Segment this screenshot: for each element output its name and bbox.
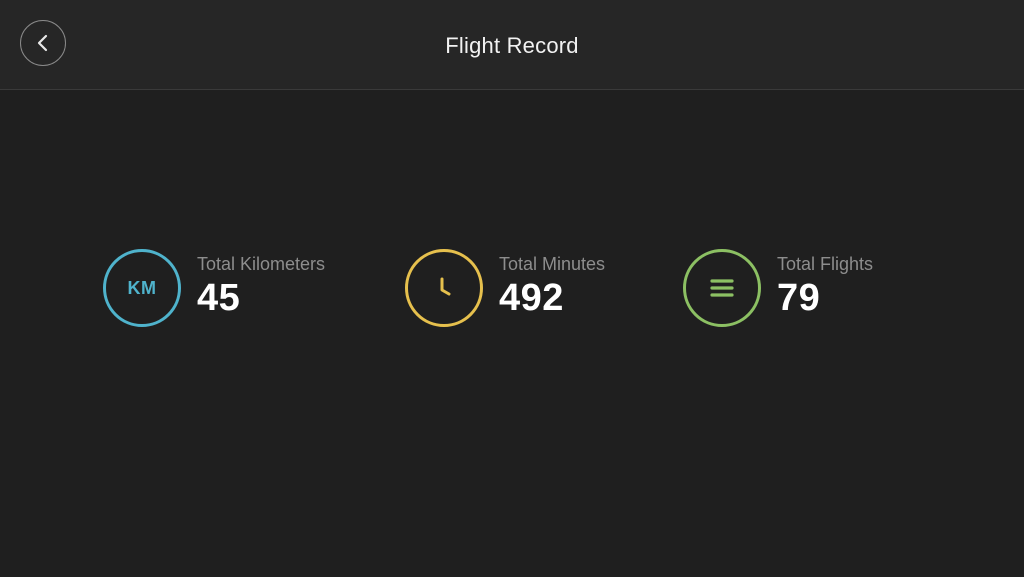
stat-label: Total Minutes — [499, 254, 606, 274]
header-bar: Flight Record — [0, 0, 1024, 90]
stat-label: Total Flights — [777, 254, 874, 274]
clock-hands-icon — [440, 277, 451, 296]
flight-record-screen: Flight Record KM Total Kilometers 45 Tot… — [0, 0, 1024, 577]
stat-value: 79 — [777, 277, 821, 319]
list-lines-icon — [710, 279, 734, 297]
page-title: Flight Record — [445, 33, 579, 58]
stat-value: 492 — [499, 277, 564, 319]
km-icon-text: KM — [127, 277, 157, 298]
stat-value: 45 — [197, 277, 241, 319]
clock-icon — [405, 249, 483, 327]
km-icon: KM — [103, 249, 181, 327]
stat-label: Total Kilometers — [197, 254, 326, 274]
list-icon — [683, 249, 761, 327]
